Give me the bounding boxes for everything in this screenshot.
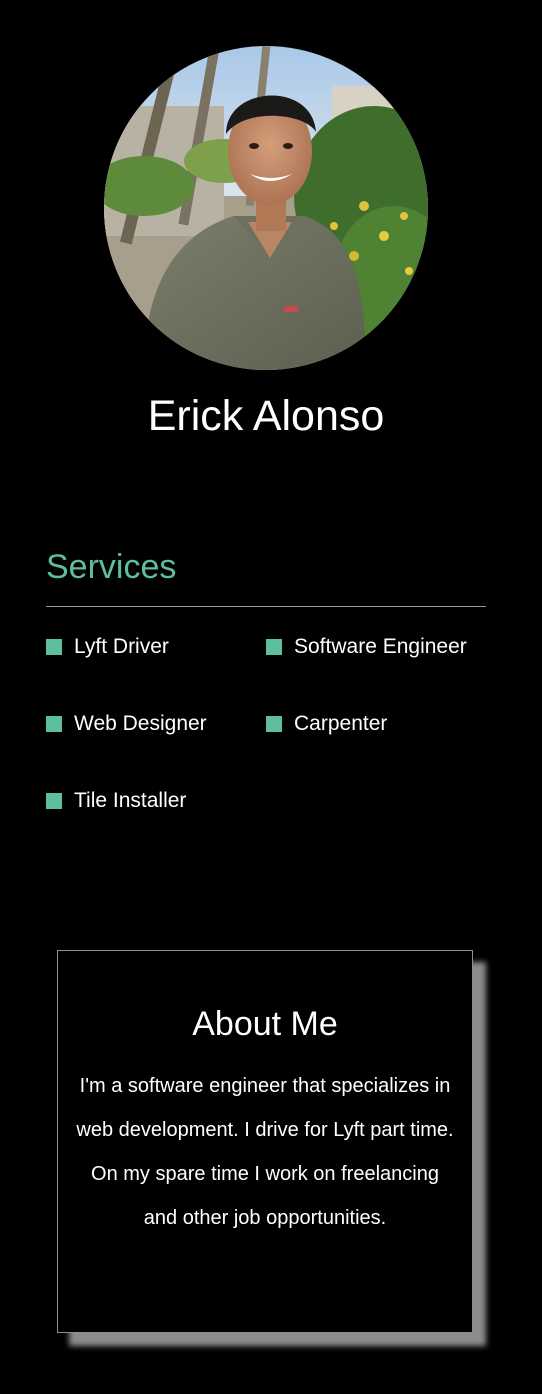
service-item-carpenter: Carpenter xyxy=(266,709,387,739)
services-heading: Services xyxy=(46,548,177,586)
square-bullet-icon xyxy=(46,639,62,655)
square-bullet-icon xyxy=(266,639,282,655)
about-title: About Me xyxy=(192,1005,338,1043)
profile-name: Erick Alonso xyxy=(147,392,385,440)
square-bullet-icon xyxy=(46,793,62,809)
service-label: Web Designer xyxy=(74,712,207,735)
square-bullet-icon xyxy=(266,716,282,732)
about-body: I'm a software engineer that specializes… xyxy=(76,1075,454,1229)
service-label: Carpenter xyxy=(294,712,388,735)
service-label: Software Engineer xyxy=(294,635,467,658)
square-bullet-icon xyxy=(46,716,62,732)
services-divider xyxy=(46,606,486,607)
service-item-lyft-driver: Lyft Driver xyxy=(46,632,169,662)
service-label: Lyft Driver xyxy=(74,635,169,658)
service-item-software-engineer: Software Engineer xyxy=(266,632,467,662)
service-item-tile-installer: Tile Installer xyxy=(46,786,186,816)
about-card: About Me I'm a software engineer that sp… xyxy=(57,950,473,1333)
profile-avatar xyxy=(104,46,428,370)
service-label: Tile Installer xyxy=(74,789,187,812)
service-item-web-designer: Web Designer xyxy=(46,709,207,739)
profile-photo xyxy=(104,46,428,370)
